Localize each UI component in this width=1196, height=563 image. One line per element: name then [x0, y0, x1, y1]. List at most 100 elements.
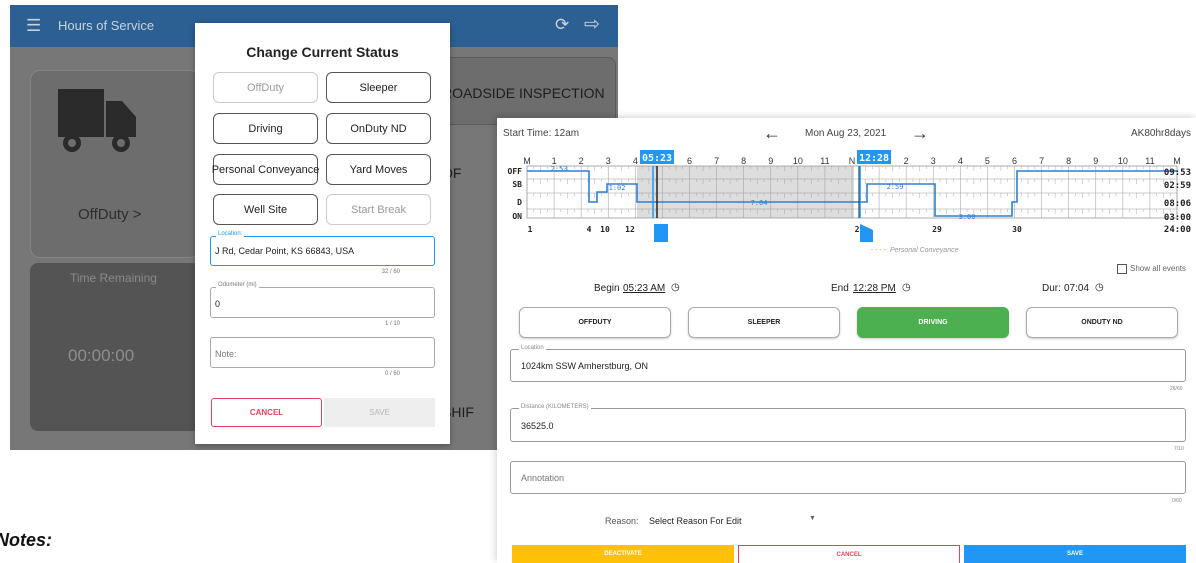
status-yard-moves-button[interactable]: Yard Moves	[326, 154, 431, 185]
bottom-label: 29	[932, 225, 942, 234]
edit-event-screen: Start Time: 12am ← Mon Aug 23, 2021 → AK…	[497, 118, 1196, 563]
begin-label: Begin	[594, 283, 620, 294]
dialog-cancel-button[interactable]: CANCEL	[211, 398, 322, 427]
current-status-label[interactable]: OffDuty >	[78, 206, 142, 223]
status-label-sb: SB	[512, 180, 522, 189]
previous-day-arrow-icon[interactable]: ←	[763, 123, 781, 144]
distance-input-value: 36525.0	[521, 421, 554, 431]
app-title: Hours of Service	[58, 18, 155, 33]
location-counter: 32 / 60	[381, 269, 400, 275]
tab-offduty[interactable]: OFFDUTY	[519, 307, 671, 338]
hour-labels: M 1 2 3 4 6 7 8 9 10 11 N 2 3 4 5 6 7 8 9 10 11 M	[523, 156, 1181, 166]
roadside-inspection-button[interactable]: ROADSIDE INSPECTION	[426, 57, 616, 125]
status-total-value: 08:06	[1164, 199, 1191, 209]
status-well-site-button[interactable]: Well Site	[213, 194, 318, 225]
show-all-events-label: Show all events	[1130, 264, 1187, 273]
hour-label: 9	[1093, 156, 1098, 166]
distance-input-counter: 7/10	[1174, 446, 1184, 452]
status-sleeper-button[interactable]: Sleeper	[326, 72, 431, 103]
bottom-total: 24:00	[1164, 225, 1191, 235]
status-total-value: 02:59	[1164, 181, 1191, 191]
status-label-d: D	[517, 198, 522, 207]
note-field[interactable]: Note:	[210, 337, 435, 368]
log-date: Mon Aug 23, 2021	[805, 128, 887, 139]
distance-input[interactable]: Distance (KILOMETERS) 36525.0	[510, 404, 1186, 442]
status-personal-conveyance-button[interactable]: Personal Conveyance	[212, 154, 319, 185]
change-status-dialog: Change Current Status OffDuty Sleeper Dr…	[195, 23, 450, 444]
end-clock-icon[interactable]: ◷	[902, 282, 911, 293]
begin-drag-handle[interactable]	[654, 224, 668, 242]
tab-driving[interactable]: DRIVING	[857, 307, 1009, 338]
tab-sleeper[interactable]: SLEEPER	[688, 307, 840, 338]
begin-time-value[interactable]: 05:23 AM	[623, 283, 665, 294]
hour-label: 4	[958, 156, 963, 166]
location-input-value: 1024km SSW Amherstburg, ON	[521, 361, 649, 371]
annotation-input[interactable]: Annotation	[510, 461, 1186, 494]
current-status-text: OffDuty	[78, 206, 129, 223]
annotation-placeholder: Annotation	[521, 473, 565, 483]
annotation-input-counter: 0/60	[1172, 498, 1182, 504]
dialog-save-button[interactable]: SAVE	[324, 398, 435, 427]
selected-range-highlight	[637, 166, 854, 218]
duration-value: 07:04	[1064, 283, 1090, 294]
bottom-label: 12	[625, 225, 635, 234]
hour-label: 9	[768, 156, 773, 166]
odometer-value: 0	[215, 299, 221, 309]
end-drag-handle[interactable]	[860, 224, 873, 242]
hour-label: 6	[687, 156, 692, 166]
reason-label: Reason:	[605, 516, 639, 526]
odometer-field-label: Odometer (mi)	[216, 282, 259, 288]
cancel-button[interactable]: CANCEL	[738, 545, 960, 563]
dialog-title: Change Current Status	[246, 44, 399, 60]
hour-label: 4	[633, 156, 638, 166]
location-input[interactable]: Location 1024km SSW Amherstburg, ON	[510, 345, 1186, 382]
hour-label: 11	[820, 156, 829, 166]
bottom-labels: 1 4 10 12 2 29 30 24:00	[528, 225, 1191, 235]
status-labels: OFF SB D ON	[508, 167, 523, 221]
ruleset-label: AK80hr8days	[1131, 128, 1192, 139]
logout-icon[interactable]: ⇨	[584, 13, 600, 36]
hamburger-menu-icon[interactable]: ☰	[26, 16, 41, 36]
start-break-button[interactable]: Start Break	[326, 194, 431, 225]
note-placeholder: Note:	[215, 349, 237, 359]
status-total-value: 09:53	[1164, 168, 1191, 178]
segment-duration-label: 2:59	[887, 183, 904, 191]
log-graph[interactable]: M 1 2 3 4 6 7 8 9 10 11 N 2 3 4 5 6 7 8 9 10 11 M OFFSBDON 05:…	[497, 148, 1196, 288]
segment-duration-label: 1:02	[609, 184, 626, 192]
reason-dropdown-icon[interactable]: ▼	[809, 515, 816, 522]
status-driving-button[interactable]: Driving	[213, 113, 318, 144]
hour-label: 3	[606, 156, 611, 166]
status-offduty-button[interactable]: OffDuty	[213, 72, 318, 103]
location-value: J Rd, Cedar Point, KS 66843, USA	[215, 246, 355, 256]
status-totals: 09:53 02:59 08:06 03:00	[1164, 168, 1191, 223]
segment-duration-label: 3:00	[959, 213, 976, 221]
refresh-icon[interactable]: ⟳	[555, 15, 569, 35]
hour-label: 10	[793, 156, 803, 166]
time-remaining-value: 00:00:00	[68, 346, 135, 365]
hour-label: 6	[1012, 156, 1017, 166]
hour-label: 5	[985, 156, 990, 166]
bottom-label: 10	[600, 225, 610, 234]
location-field[interactable]: Location: J Rd, Cedar Point, KS 66843, U…	[210, 231, 435, 266]
end-time-value[interactable]: 12:28 PM	[853, 283, 896, 294]
location-field-label: Location:	[216, 231, 245, 237]
begin-clock-icon[interactable]: ◷	[671, 282, 680, 293]
show-all-events-checkbox[interactable]	[1117, 264, 1127, 274]
next-day-arrow-icon[interactable]: →	[911, 123, 929, 144]
odometer-field[interactable]: Odometer (mi) 0	[210, 282, 435, 318]
reason-select[interactable]: Select Reason For Edit	[649, 516, 742, 526]
tab-onduty-nd[interactable]: ONDUTY ND	[1026, 307, 1178, 338]
hour-label: 10	[1118, 156, 1128, 166]
status-total-value: 03:00	[1164, 213, 1191, 223]
save-button[interactable]: SAVE	[964, 545, 1186, 563]
personal-conveyance-legend: Personal Conveyance	[890, 247, 959, 254]
location-input-counter: 26/60	[1170, 386, 1183, 392]
hour-label: 7	[1039, 156, 1044, 166]
status-onduty-nd-button[interactable]: OnDuty ND	[326, 113, 431, 144]
deactivate-button[interactable]: DEACTIVATE	[512, 545, 734, 563]
end-time-marker-label: 12:28	[859, 153, 889, 164]
notes-heading: Notes:	[0, 530, 53, 550]
bottom-label: 1	[528, 225, 533, 234]
end-label: End	[831, 283, 849, 294]
truck-icon	[58, 89, 136, 152]
